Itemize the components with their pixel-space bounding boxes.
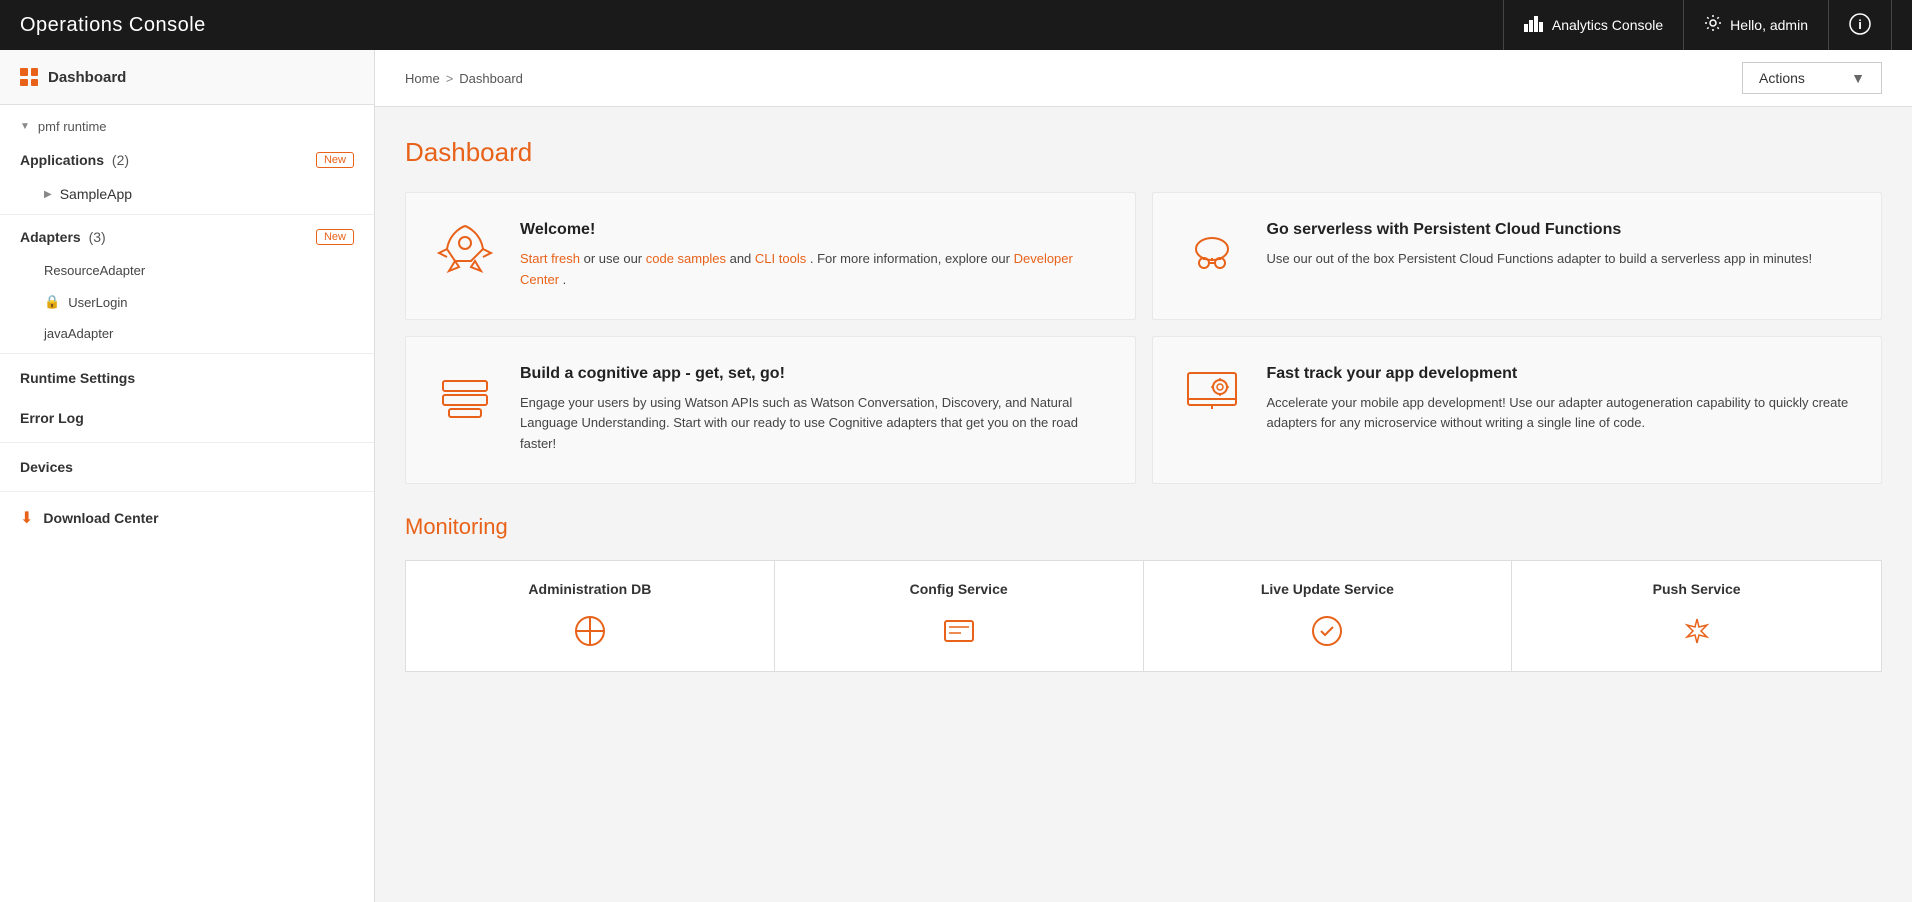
breadcrumb-separator: > [446, 71, 454, 86]
applications-label: Applications (2) [20, 152, 129, 168]
user-menu-button[interactable]: Hello, admin [1684, 0, 1829, 50]
sidebar-item-download-center[interactable]: ⬇ Download Center [0, 496, 374, 540]
cognitive-card-content: Build a cognitive app - get, set, go! En… [520, 365, 1111, 455]
actions-label: Actions [1759, 70, 1805, 86]
welcome-body: Start fresh or use our code samples and … [520, 249, 1111, 291]
cognitive-body: Engage your users by using Watson APIs s… [520, 393, 1111, 455]
top-header: Operations Console Analytics Console Hel [0, 0, 1912, 50]
push-service-label: Push Service [1532, 581, 1861, 597]
monitoring-title: Monitoring [405, 514, 1882, 540]
divider-3 [0, 442, 374, 443]
main-layout: Dashboard ▼ pmf runtime Applications (2)… [0, 50, 1912, 902]
actions-dropdown[interactable]: Actions ▼ [1742, 62, 1882, 94]
breadcrumb-current: Dashboard [459, 71, 523, 86]
cli-tools-link[interactable]: CLI tools [755, 251, 806, 266]
breadcrumb: Home > Dashboard [405, 71, 523, 86]
cognitive-title: Build a cognitive app - get, set, go! [520, 365, 1111, 383]
sampleapp-label: SampleApp [60, 186, 132, 202]
welcome-card: Welcome! Start fresh or use our code sam… [405, 192, 1136, 320]
divider-4 [0, 491, 374, 492]
adapters-new-badge: New [316, 229, 354, 245]
sidebar-item-sampleapp[interactable]: ▶ SampleApp [0, 178, 374, 210]
live-update-icon [1307, 611, 1347, 651]
analytics-icon [1524, 14, 1544, 37]
gear-icon [1704, 14, 1722, 37]
page-title: Dashboard [405, 137, 1882, 168]
sidebar-item-applications[interactable]: Applications (2) New [0, 142, 374, 178]
divider-1 [0, 214, 374, 215]
app-title: Operations Console [20, 14, 206, 37]
download-icon: ⬇ [20, 508, 33, 528]
monitoring-card-liveupdate: Live Update Service [1144, 561, 1513, 671]
config-service-label: Config Service [795, 581, 1123, 597]
analytics-console-button[interactable]: Analytics Console [1503, 0, 1684, 50]
sidebar-item-runtime-settings[interactable]: Runtime Settings [0, 358, 374, 398]
monitoring-grid: Administration DB Config Service [405, 560, 1882, 672]
sidebar-item-javaadapter[interactable]: javaAdapter [0, 318, 374, 349]
sidebar-item-userlogin[interactable]: 🔒 UserLogin [0, 286, 374, 318]
config-service-icon [939, 611, 979, 651]
userlogin-label: UserLogin [68, 295, 127, 310]
sidebar-item-devices[interactable]: Devices [0, 447, 374, 487]
content-area: Home > Dashboard Actions ▼ Dashboard [375, 50, 1912, 902]
fasttrack-card: Fast track your app development Accelera… [1152, 336, 1883, 484]
info-button[interactable]: i [1829, 0, 1892, 50]
serverless-card: Go serverless with Persistent Cloud Func… [1152, 192, 1883, 320]
monitoring-card-config: Config Service [775, 561, 1144, 671]
analytics-label: Analytics Console [1552, 17, 1663, 33]
lock-icon: 🔒 [44, 294, 60, 310]
admin-db-label: Administration DB [426, 581, 754, 597]
chevron-right-icon: ▶ [44, 189, 52, 200]
welcome-title: Welcome! [520, 221, 1111, 239]
divider-2 [0, 353, 374, 354]
sidebar-dashboard[interactable]: Dashboard [0, 50, 374, 105]
sidebar-group-pmf-runtime[interactable]: ▼ pmf runtime [0, 105, 374, 142]
monitoring-card-admin-db: Administration DB [406, 561, 775, 671]
fasttrack-card-content: Fast track your app development Accelera… [1267, 365, 1858, 435]
adapters-label: Adapters (3) [20, 229, 106, 245]
dashboard-grid-icon [20, 68, 38, 86]
serverless-body: Use our out of the box Persistent Cloud … [1267, 249, 1813, 270]
monitor-gear-icon [1177, 365, 1247, 425]
chevron-down-icon: ▼ [1851, 70, 1865, 86]
sidebar-item-error-log[interactable]: Error Log [0, 398, 374, 438]
live-update-label: Live Update Service [1164, 581, 1492, 597]
fasttrack-title: Fast track your app development [1267, 365, 1858, 383]
rocket-icon [430, 221, 500, 281]
group-name: pmf runtime [38, 119, 107, 134]
push-service-icon [1677, 611, 1717, 651]
dashboard-label: Dashboard [48, 69, 126, 86]
applications-new-badge: New [316, 152, 354, 168]
breadcrumb-home[interactable]: Home [405, 71, 440, 86]
svg-text:i: i [1858, 17, 1862, 32]
admin-db-icon [570, 611, 610, 651]
cards-grid: Welcome! Start fresh or use our code sam… [405, 192, 1882, 484]
layers-icon [430, 365, 500, 425]
monitoring-card-push: Push Service [1512, 561, 1881, 671]
chevron-down-icon: ▼ [20, 121, 30, 132]
serverless-title: Go serverless with Persistent Cloud Func… [1267, 221, 1813, 239]
start-fresh-link[interactable]: Start fresh [520, 251, 580, 266]
content-body: Dashboard [375, 107, 1912, 702]
info-icon: i [1849, 13, 1871, 38]
content-header: Home > Dashboard Actions ▼ [375, 50, 1912, 107]
monitoring-section: Monitoring Administration DB [405, 514, 1882, 672]
serverless-card-content: Go serverless with Persistent Cloud Func… [1267, 221, 1813, 270]
sidebar-item-resourceadapter[interactable]: ResourceAdapter [0, 255, 374, 286]
user-label: Hello, admin [1730, 17, 1808, 33]
cognitive-card: Build a cognitive app - get, set, go! En… [405, 336, 1136, 484]
sidebar: Dashboard ▼ pmf runtime Applications (2)… [0, 50, 375, 902]
cloud-icon [1177, 221, 1247, 281]
fasttrack-body: Accelerate your mobile app development! … [1267, 393, 1858, 435]
header-right: Analytics Console Hello, admin i [1503, 0, 1892, 50]
code-samples-link[interactable]: code samples [646, 251, 726, 266]
welcome-card-content: Welcome! Start fresh or use our code sam… [520, 221, 1111, 291]
sidebar-item-adapters[interactable]: Adapters (3) New [0, 219, 374, 255]
